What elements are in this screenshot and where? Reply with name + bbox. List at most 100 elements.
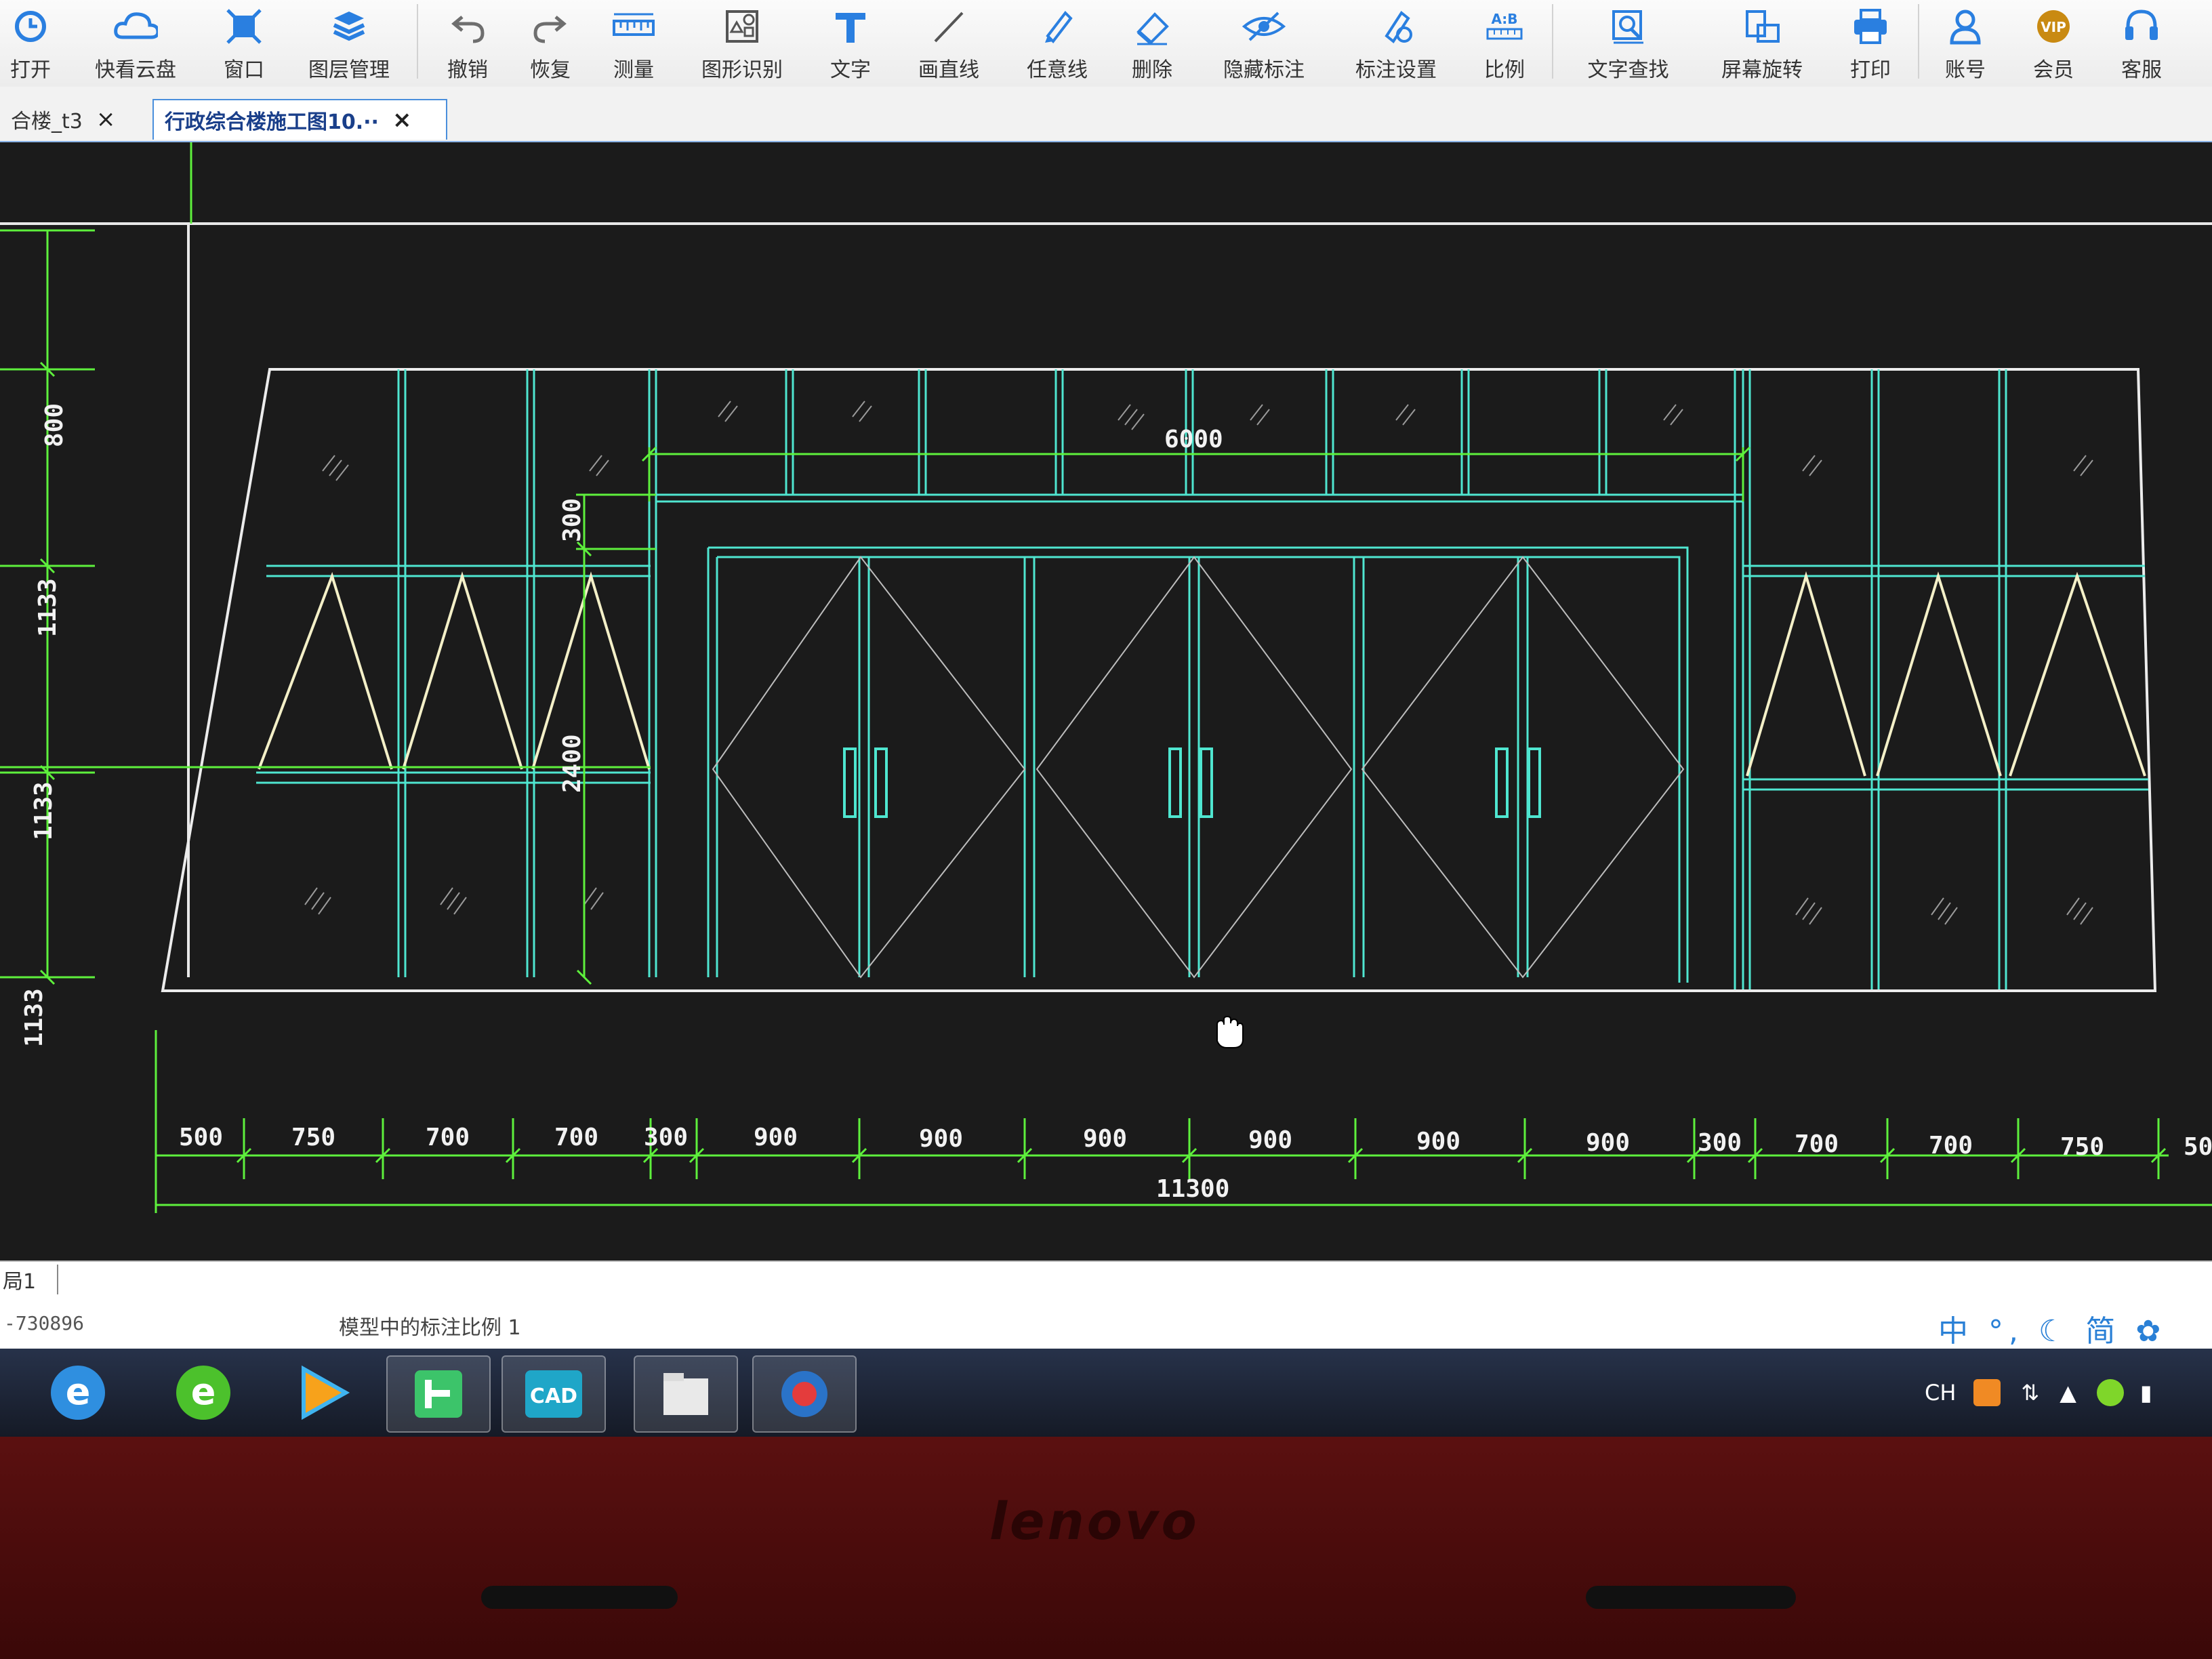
tray-expand-icon[interactable]: ▲	[2060, 1380, 2076, 1406]
ratio-icon: A:B	[1482, 4, 1527, 49]
eraser-icon	[1130, 4, 1174, 49]
hand-cursor-icon	[1216, 1015, 1244, 1048]
redo-button[interactable]: 恢复	[516, 0, 584, 87]
dim-bottom: 700	[426, 1124, 470, 1151]
ratio-button[interactable]: A:B 比例	[1474, 0, 1535, 87]
window-icon	[222, 4, 266, 49]
undo-button[interactable]: 撤销	[434, 0, 501, 87]
ie-browser-icon[interactable]: e	[27, 1355, 129, 1430]
drawing-canvas[interactable]: 800 1133 1133 1133 300 2400 6000 500 750…	[0, 142, 2212, 1261]
dim-bottom: 900	[1248, 1126, 1292, 1154]
ime-toolbar[interactable]: 中 °, ☾ 简 ✿	[1938, 1307, 2166, 1350]
dim-6000: 6000	[1164, 426, 1223, 453]
language-indicator[interactable]: CH	[1925, 1380, 1956, 1406]
headset-icon	[2119, 4, 2164, 49]
dim-300: 300	[558, 498, 586, 542]
document-tabbar: 合楼_t3 × 行政综合楼施工图10.·· ×	[0, 87, 2212, 142]
measure-button[interactable]: 测量	[600, 0, 668, 87]
browser-360-icon[interactable]: e	[152, 1355, 254, 1430]
find-text-button[interactable]: 文字查找	[1572, 0, 1684, 87]
svg-text:VIP: VIP	[2041, 19, 2066, 35]
recognize-button[interactable]: 图形识别	[688, 0, 796, 87]
screenshot-stage: 打开 快看云盘 窗口 图层管理 撤销 恢复 测量 图形识别 文字 画直线 任意线…	[0, 0, 2212, 1659]
rotate-screen-icon	[1740, 4, 1784, 49]
file-explorer-icon[interactable]	[634, 1355, 738, 1433]
tab-document-active[interactable]: 行政综合楼施工图10.·· ×	[152, 99, 447, 140]
security-icon[interactable]	[2096, 1379, 2124, 1406]
dim-bottom: 900	[1083, 1125, 1127, 1153]
tab-close-icon[interactable]: ×	[96, 106, 116, 133]
toolbar-separator	[417, 4, 418, 79]
vip-button[interactable]: VIP 会员	[2023, 0, 2084, 87]
dim-bottom: 300	[644, 1124, 688, 1151]
freeline-tool-button[interactable]: 任意线	[1017, 0, 1098, 87]
ime-s-icon[interactable]	[1973, 1379, 2001, 1406]
dim-bottom: 900	[754, 1124, 798, 1151]
annotation-settings-button[interactable]: 标注设置	[1345, 0, 1447, 87]
undo-icon	[445, 4, 490, 49]
dim-2400: 2400	[558, 734, 586, 793]
cad-viewer-taskbar-icon[interactable]: CAD	[501, 1355, 606, 1433]
laptop-hinge	[1586, 1586, 1796, 1609]
vip-icon: VIP	[2031, 4, 2076, 49]
dim-bottom: 50	[2184, 1133, 2212, 1161]
layers-button[interactable]: 图层管理	[298, 0, 400, 87]
laptop-bezel: lenovo	[0, 1437, 2212, 1659]
dim-bottom: 900	[1586, 1129, 1630, 1157]
brand-logo: lenovo	[989, 1491, 1200, 1551]
annotation-settings-icon	[1374, 4, 1418, 49]
dim-total: 11300	[1156, 1175, 1229, 1203]
dimension-lines	[0, 142, 2212, 1213]
shape-recognize-icon	[720, 4, 764, 49]
facade-outline	[161, 368, 2157, 992]
hide-annotation-button[interactable]: 隐藏标注	[1213, 0, 1315, 87]
text-tool-button[interactable]: 文字	[820, 0, 881, 87]
find-text-icon	[1606, 4, 1651, 49]
toolbar-separator	[1918, 4, 1919, 79]
redo-icon	[528, 4, 573, 49]
network-icon[interactable]: ⇅	[2021, 1380, 2039, 1406]
svg-text:e: e	[191, 1370, 216, 1413]
app-green-icon[interactable]	[386, 1355, 491, 1433]
cloud-button[interactable]: 快看云盘	[88, 0, 183, 87]
line-icon	[926, 4, 971, 49]
battery-icon[interactable]: ▮	[2140, 1380, 2152, 1406]
tab-label: 行政综合楼施工图10.··	[165, 110, 379, 134]
dim-bottom: 750	[291, 1124, 335, 1151]
video-player-icon[interactable]	[271, 1355, 373, 1430]
tab-close-icon[interactable]: ×	[392, 106, 412, 134]
tab-document[interactable]: 合楼_t3 ×	[0, 99, 149, 140]
cad-elevation-drawing: 800 1133 1133 1133 300 2400 6000 500 750…	[0, 142, 2212, 1213]
line-tool-button[interactable]: 画直线	[908, 0, 989, 87]
print-button[interactable]: 打印	[1840, 0, 1901, 87]
dim-left-1133-b: 1133	[30, 781, 58, 840]
layers-icon	[327, 4, 371, 49]
dim-bottom: 700	[554, 1124, 598, 1151]
taskbar: e e CAD CH ⇅ ▲ ▮	[0, 1349, 2212, 1437]
printer-icon	[1848, 4, 1893, 49]
open-button[interactable]: 打开	[0, 0, 61, 87]
ruler-icon	[611, 4, 656, 49]
toolbar: 打开 快看云盘 窗口 图层管理 撤销 恢复 测量 图形识别 文字 画直线 任意线…	[0, 0, 2212, 87]
layout-tab[interactable]: 局1	[0, 1265, 58, 1294]
service-button[interactable]: 客服	[2111, 0, 2172, 87]
status-bar: 局1 -730896 模型中的标注比例 1 中 °, ☾ 简 ✿	[0, 1261, 2212, 1350]
account-button[interactable]: 账号	[1935, 0, 1996, 87]
delete-button[interactable]: 删除	[1122, 0, 1183, 87]
dim-bottom: 900	[919, 1125, 963, 1153]
svg-text:CAD: CAD	[530, 1385, 577, 1408]
tab-label: 合楼_t3	[11, 110, 83, 134]
rotate-screen-button[interactable]: 屏幕旋转	[1708, 0, 1816, 87]
pen-icon	[1035, 4, 1080, 49]
window-button[interactable]: 窗口	[210, 0, 278, 87]
window-opening-triangles	[258, 571, 2146, 777]
toolbar-separator	[1552, 4, 1553, 79]
dim-left-800: 800	[41, 403, 68, 447]
laptop-hinge	[481, 1586, 678, 1609]
svg-text:e: e	[66, 1370, 91, 1413]
text-t-icon	[828, 4, 873, 49]
user-icon	[1943, 4, 1988, 49]
dim-left-1133-a: 1133	[34, 578, 62, 637]
media-app-icon[interactable]	[752, 1355, 857, 1433]
svg-text:A:B: A:B	[1491, 11, 1517, 27]
